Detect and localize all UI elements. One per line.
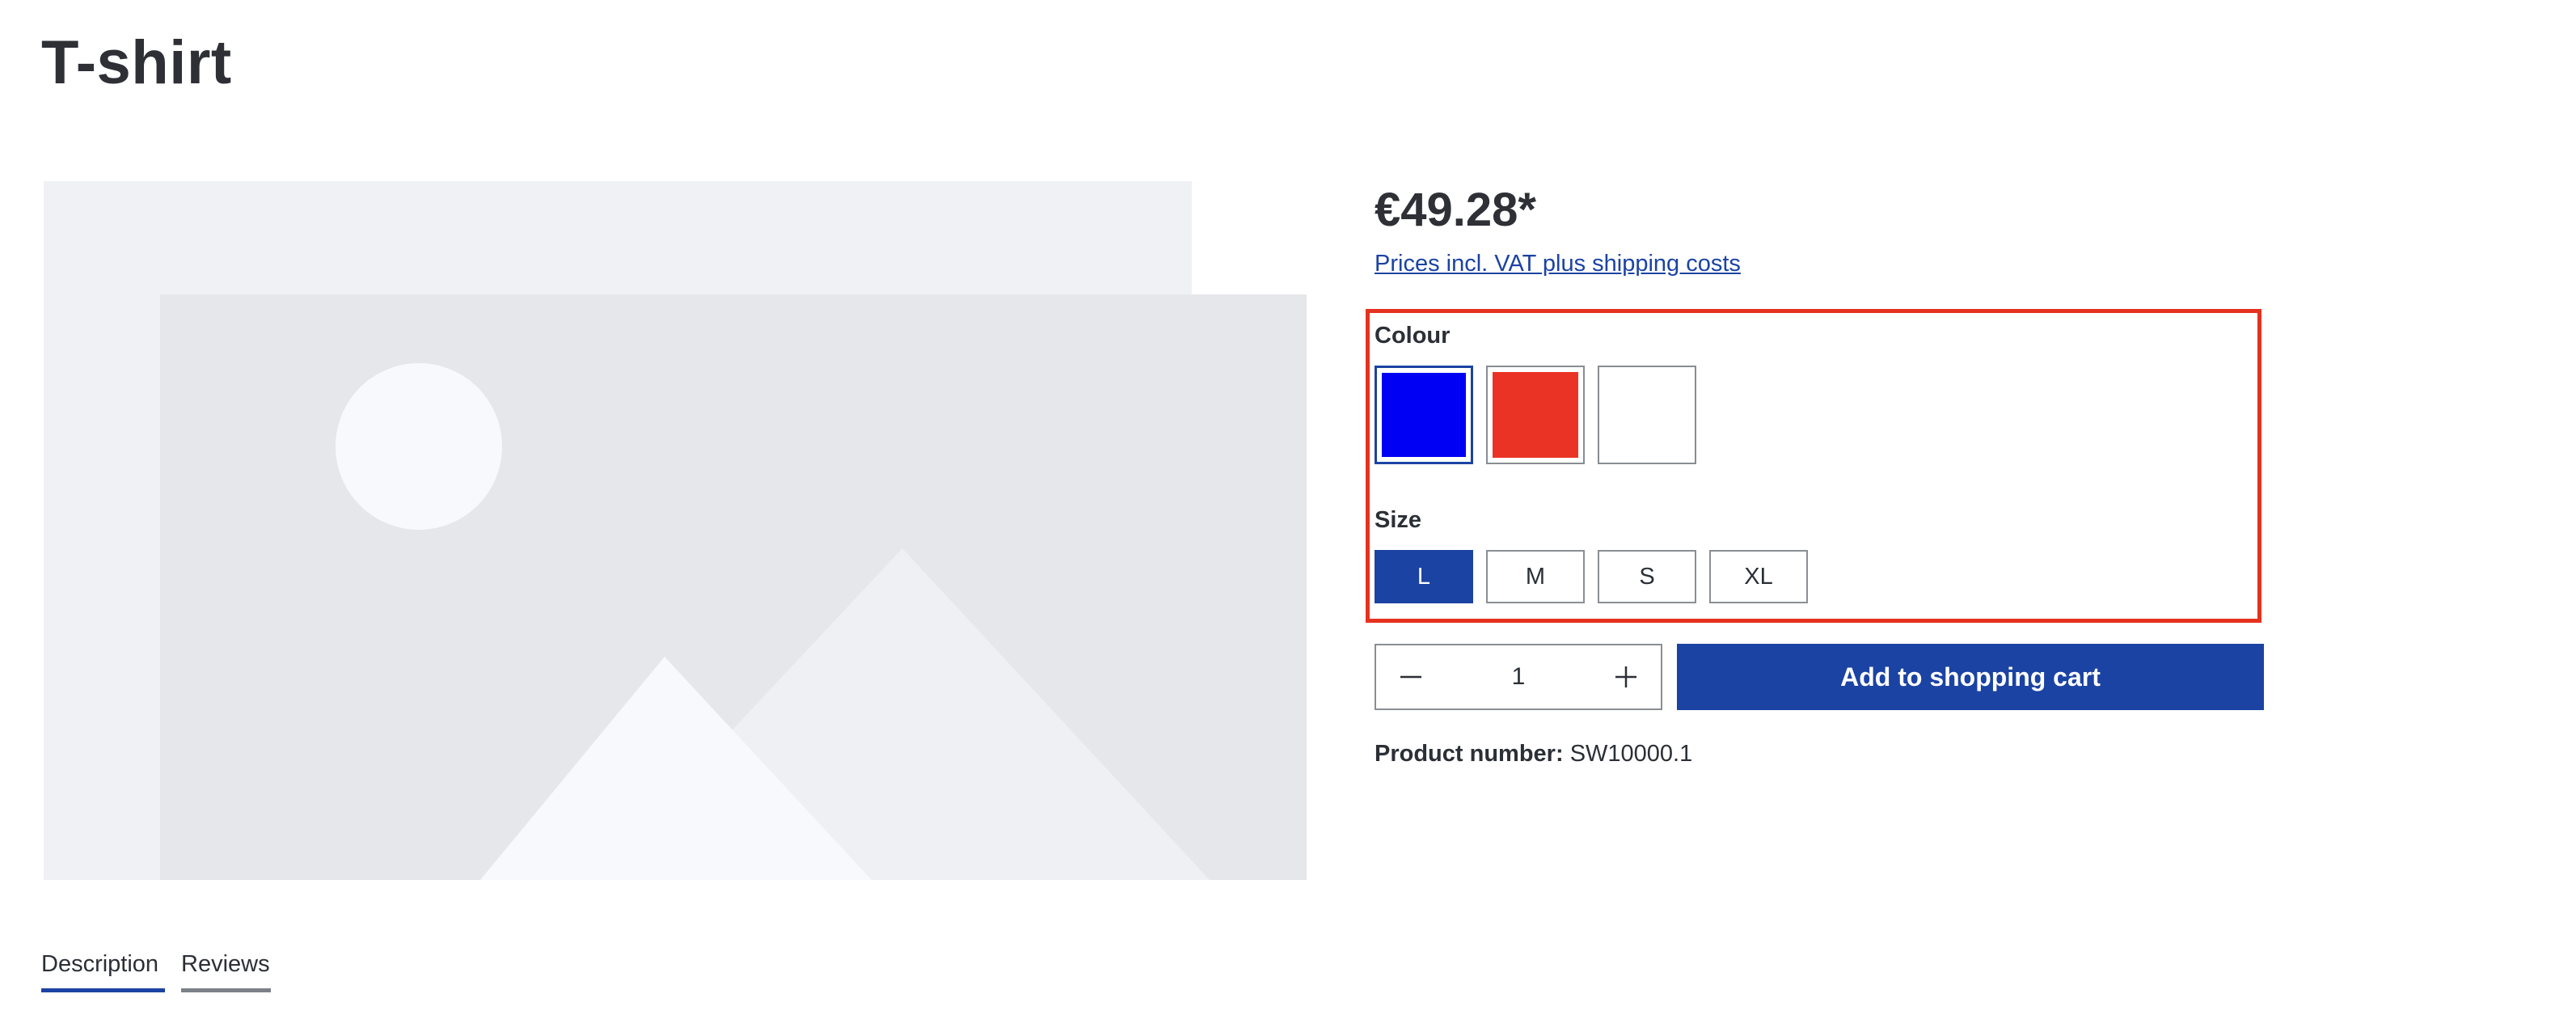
tax-shipping-link[interactable]: Prices incl. VAT plus shipping costs — [1375, 247, 1741, 280]
size-option-l[interactable]: L — [1375, 550, 1473, 603]
colour-swatch-white[interactable] — [1598, 366, 1696, 464]
add-to-cart-button[interactable]: Add to shopping cart — [1677, 644, 2264, 710]
tab-reviews-indicator — [181, 988, 271, 992]
colour-swatch-red[interactable] — [1486, 366, 1585, 464]
image-placeholder-icon — [44, 181, 1307, 880]
size-option-s[interactable]: S — [1598, 550, 1696, 603]
size-option-xl[interactable]: XL — [1709, 550, 1808, 603]
tab-reviews[interactable]: Reviews — [181, 948, 270, 980]
page-title: T-shirt — [41, 28, 232, 97]
product-image-placeholder[interactable] — [44, 181, 1307, 880]
size-option-m[interactable]: M — [1486, 550, 1585, 603]
quantity-decrease-button[interactable] — [1376, 645, 1446, 708]
colour-swatch-fill — [1604, 372, 1690, 458]
product-number-value: SW10000.1 — [1569, 741, 1693, 767]
colour-swatch-fill — [1382, 373, 1466, 457]
colour-label: Colour — [1375, 323, 1451, 349]
plus-icon — [1615, 666, 1636, 687]
quantity-increase-button[interactable] — [1591, 645, 1661, 708]
colour-swatch-blue[interactable] — [1375, 366, 1473, 464]
minus-icon — [1400, 675, 1421, 679]
colour-swatch-fill — [1493, 372, 1578, 458]
product-price: €49.28* — [1375, 184, 1536, 236]
quantity-stepper: 1 — [1375, 644, 1662, 710]
tab-description[interactable]: Description — [41, 948, 158, 980]
quantity-input[interactable]: 1 — [1446, 645, 1591, 708]
product-number-label: Product number: — [1375, 741, 1564, 767]
size-label: Size — [1375, 507, 1422, 533]
tab-description-active-indicator — [41, 988, 165, 992]
product-number: Product number: SW10000.1 — [1375, 738, 1692, 770]
